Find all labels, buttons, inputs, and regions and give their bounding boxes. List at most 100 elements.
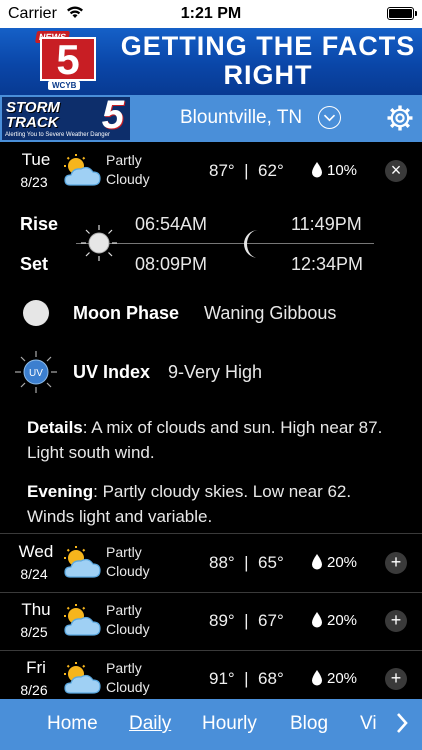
condition-line2: Cloudy (106, 563, 150, 579)
temperature-range: 88° | 65° (209, 553, 284, 573)
day-name: Fri (26, 658, 46, 677)
raindrop-icon (312, 554, 322, 570)
temperature-range: 87° | 62° (209, 161, 284, 181)
chevron-right-icon[interactable] (393, 711, 411, 735)
moon-icon (244, 230, 258, 258)
expand-button[interactable]: + (385, 552, 407, 574)
temp-separator: | (244, 553, 249, 572)
precip-chance: 10% (327, 162, 358, 179)
condition-line1: Partly (106, 660, 142, 676)
uv-index-icon: UV (15, 351, 57, 393)
evening-paragraph: Evening: Partly cloudy skies. Low near 6… (27, 479, 397, 529)
clock: 1:21 PM (180, 5, 242, 22)
location-label[interactable]: Blountville, TN (180, 107, 302, 129)
sunset-time: 08:09PM (135, 254, 208, 274)
set-label: Set (20, 254, 49, 274)
day-name: Wed (18, 542, 54, 561)
partly-cloudy-icon (64, 154, 101, 186)
day-name: Tue (21, 150, 51, 169)
sun-icon (81, 225, 117, 261)
condition-line1: Partly (106, 152, 142, 168)
condition-text: Partly Cloudy (106, 601, 150, 639)
brand-line2: TRACK (6, 114, 59, 131)
temp-separator: | (244, 161, 249, 180)
details-paragraph: Details: A mix of clouds and sun. High n… (27, 415, 397, 465)
temperature-range: 89° | 67° (209, 611, 284, 631)
tab-blog[interactable]: Blog (290, 713, 328, 735)
condition-line1: Partly (106, 602, 142, 618)
uv-index-value: 9-Very High (168, 362, 263, 382)
day-date: 8/25 (20, 624, 48, 640)
storm-track-text: STORM TRACK (6, 100, 60, 130)
forecast-row[interactable]: Thu 8/25 Partly Cloudy 89° | 67° 20% + (0, 592, 422, 650)
evening-label: Evening (27, 482, 94, 501)
top-toolbar: STORM TRACK 5 Alerting You to Severe Weat… (0, 93, 422, 142)
condition-line2: Cloudy (106, 621, 150, 637)
rise-label: Rise (20, 214, 59, 234)
day-date: 8/24 (20, 566, 48, 582)
condition-text: Partly Cloudy (106, 659, 150, 697)
precip-chance: 20% (327, 612, 358, 629)
low-temp: 67° (258, 611, 284, 630)
moon-phase-value: Waning Gibbous (204, 303, 337, 323)
gear-icon[interactable] (386, 104, 414, 132)
chevron-down-icon[interactable] (318, 106, 341, 129)
collapse-button[interactable]: × (385, 160, 407, 182)
day-date: 8/26 (20, 682, 48, 698)
forecast-row[interactable]: Wed 8/24 Partly Cloudy 88° | 65° 20% + (0, 534, 422, 592)
tab-hourly[interactable]: Hourly (202, 713, 257, 735)
day-date: 8/23 (20, 174, 48, 190)
low-temp: 62° (258, 161, 284, 180)
storm-track-tagline: Alerting You to Severe Weather Danger (5, 132, 110, 138)
low-temp: 65° (258, 553, 284, 572)
day-name: Thu (21, 600, 51, 619)
high-temp: 91° (209, 669, 235, 688)
condition-line2: Cloudy (106, 171, 150, 187)
details-label: Details (27, 418, 83, 437)
condition-line2: Cloudy (106, 679, 150, 695)
status-bar: Carrier 1:21 PM (0, 0, 422, 28)
condition-text: Partly Cloudy (106, 151, 150, 189)
temp-separator: | (244, 669, 249, 688)
condition-line1: Partly (106, 544, 142, 560)
raindrop-icon (312, 612, 322, 628)
high-temp: 89° (209, 611, 235, 630)
high-temp: 87° (209, 161, 235, 180)
bottom-nav: Home Daily Hourly Blog Vi (0, 699, 422, 750)
moon-phase-label: Moon Phase (73, 303, 180, 323)
logo-callsign: WCYB (48, 81, 81, 90)
low-temp: 68° (258, 669, 284, 688)
storm-track-number: 5 (101, 93, 124, 137)
news5-logo: NEWS 5 WCYB (30, 31, 112, 91)
high-temp: 88° (209, 553, 235, 572)
partly-cloudy-icon (64, 662, 101, 694)
ad-banner[interactable]: NEWS 5 WCYB GETTING THE FACTS RIGHT (0, 28, 422, 95)
uv-index-label: UV Index (73, 362, 151, 382)
moonrise-time: 11:49PM (291, 214, 362, 234)
raindrop-icon (312, 162, 322, 178)
logo-number: 5 (40, 37, 96, 81)
moonset-time: 12:34PM (291, 254, 364, 274)
tab-home[interactable]: Home (47, 713, 98, 735)
precip-chance: 20% (327, 670, 358, 687)
partly-cloudy-icon (64, 546, 101, 578)
battery-icon (387, 7, 417, 20)
moon-phase-icon (23, 300, 50, 326)
expand-button[interactable]: + (385, 668, 407, 690)
temperature-range: 91° | 68° (209, 669, 284, 689)
forecast-row-today[interactable]: Tue 8/23 Partly Cloudy 87° | 62° 10% × (0, 142, 422, 200)
battery-fill (389, 9, 412, 18)
svg-text:UV: UV (29, 368, 43, 379)
partly-cloudy-icon (64, 604, 101, 636)
sunrise-time: 06:54AM (135, 214, 208, 234)
storm-track-logo: STORM TRACK 5 Alerting You to Severe Weat… (2, 93, 130, 140)
expand-button[interactable]: + (385, 610, 407, 632)
condition-text: Partly Cloudy (106, 543, 150, 581)
tab-daily[interactable]: Daily (129, 713, 171, 735)
rise-set-divider (76, 243, 374, 244)
temp-separator: | (244, 611, 249, 630)
banner-headline: GETTING THE FACTS RIGHT (120, 31, 416, 90)
tab-video[interactable]: Vi (360, 713, 377, 735)
raindrop-icon (312, 670, 322, 686)
precip-chance: 20% (327, 554, 358, 571)
